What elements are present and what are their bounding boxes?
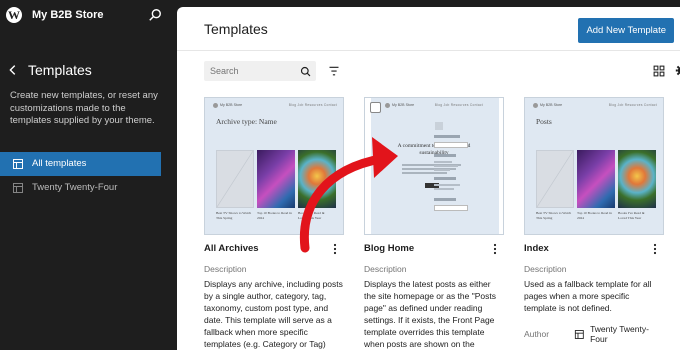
preview-nav: My B2B Store Blog Job Resources Contact	[213, 102, 337, 108]
author-value: Twenty Twenty-Four	[574, 324, 664, 344]
grid-view-icon[interactable]	[653, 65, 665, 77]
toolbar	[204, 61, 680, 83]
preview-caption: Best TV Shows to Watch This Spring	[536, 211, 572, 220]
search-icon[interactable]	[300, 66, 311, 77]
preview-nav: My B2B Store Blog Job Resources Contact	[533, 102, 657, 108]
chevron-left-icon[interactable]	[6, 63, 20, 77]
template-preview[interactable]: My B2B Store Blog Job Resources Contact …	[524, 97, 664, 235]
author-label: Author	[524, 329, 550, 339]
search-field[interactable]	[204, 61, 316, 81]
add-new-template-button[interactable]: Add New Template	[578, 18, 674, 43]
preview-links: Blog Job Resources Contact	[434, 103, 483, 107]
description-label: Description	[364, 264, 407, 274]
preview-image	[257, 150, 295, 208]
template-preview[interactable]: My B2B Store Blog Job Resources Contact …	[204, 97, 344, 235]
card-description: Used as a fallback template for all page…	[524, 279, 652, 313]
preview-site-name: My B2B Store	[540, 103, 563, 107]
preview-logo-icon	[213, 102, 218, 108]
description-label: Description	[204, 264, 247, 274]
preview-image	[577, 150, 615, 208]
author-row: Author Twenty Twenty-Four	[524, 324, 664, 344]
template-preview[interactable]: My B2B Store Blog Job Resources Contact …	[364, 97, 504, 235]
image-placeholder	[536, 150, 574, 208]
card-title[interactable]: All Archives	[204, 243, 344, 254]
wordpress-logo-icon[interactable]: W	[6, 7, 22, 23]
preview-logo-icon	[385, 102, 390, 108]
preview-caption: Books I've Read & Loved This Year	[298, 211, 325, 220]
preview-image	[298, 150, 336, 208]
more-actions-icon[interactable]	[330, 243, 340, 255]
card-meta: All Archives Description Displays any ar…	[204, 243, 344, 350]
card-meta: Blog Home Description Displays the lates…	[364, 243, 504, 350]
preview-links: Blog Job Resources Contact	[288, 103, 337, 107]
more-actions-icon[interactable]	[490, 243, 500, 255]
preview-title: Archive type: Name	[216, 117, 277, 126]
layout-icon	[13, 158, 23, 169]
layout-icon	[13, 182, 23, 193]
template-card-blog-home[interactable]: My B2B Store Blog Job Resources Contact …	[364, 97, 504, 350]
preview-caption: Books I've Read & Loved This Year	[618, 211, 645, 220]
preview-image	[618, 150, 656, 208]
preview-caption: Top 10 Books to Read in 2024	[577, 211, 612, 220]
template-card-all-archives[interactable]: My B2B Store Blog Job Resources Contact …	[204, 97, 344, 350]
card-title[interactable]: Index	[524, 243, 664, 254]
preview-margin	[365, 98, 371, 234]
sidebar: W My B2B Store Templates Create new temp…	[0, 0, 170, 350]
gear-icon[interactable]	[675, 64, 680, 77]
preview-checkbox[interactable]	[370, 102, 381, 113]
sidebar-item-label: Twenty Twenty-Four	[32, 182, 118, 193]
sidebar-description: Create new templates, or reset any custo…	[10, 90, 158, 126]
main-panel: Templates Add New Template Search My B2B…	[177, 7, 680, 350]
preview-site-name: My B2B Store	[220, 103, 243, 107]
preview-title: Posts	[536, 117, 552, 126]
sidebar-title: Templates	[28, 62, 92, 78]
card-description: Displays the latest posts as either the …	[364, 279, 497, 349]
description-label: Description	[524, 264, 567, 274]
preview-caption: Best TV Shows to Watch This Spring	[216, 211, 252, 220]
preview-margin	[499, 98, 503, 234]
author-name: Twenty Twenty-Four	[590, 324, 649, 344]
site-hub: W My B2B Store	[0, 0, 170, 30]
app-window: W My B2B Store Templates Create new temp…	[0, 0, 680, 350]
sidebar-item-label: All templates	[32, 158, 87, 169]
image-placeholder	[216, 150, 254, 208]
sidebar-header: Templates	[0, 62, 170, 78]
filter-icon[interactable]	[328, 65, 340, 77]
sidebar-item-all-templates[interactable]: All templates	[0, 151, 161, 176]
preview-site-name: My B2B Store	[392, 103, 415, 107]
layout-icon	[575, 329, 585, 339]
preview-links: Blog Job Resources Contact	[608, 103, 657, 107]
card-title[interactable]: Blog Home	[364, 243, 504, 254]
preview-caption: Top 10 Books to Read in 2024	[257, 211, 292, 220]
search-input[interactable]	[210, 66, 296, 76]
sidebar-nav: All templates Twenty Twenty-Four	[0, 151, 170, 200]
preview-sidebar	[434, 134, 474, 212]
preview-logo-icon	[533, 102, 538, 108]
card-description: Displays any archive, including posts by…	[204, 279, 343, 349]
search-icon[interactable]	[148, 8, 162, 22]
template-card-index[interactable]: My B2B Store Blog Job Resources Contact …	[524, 97, 664, 344]
more-actions-icon[interactable]	[650, 243, 660, 255]
sidebar-item-twenty-twenty-four[interactable]: Twenty Twenty-Four	[0, 176, 170, 200]
site-name[interactable]: My B2B Store	[32, 9, 148, 21]
preview-avatar	[435, 122, 443, 130]
card-meta: Index Description Used as a fallback tem…	[524, 243, 664, 344]
preview-nav: My B2B Store Blog Job Resources Contact	[385, 102, 483, 108]
